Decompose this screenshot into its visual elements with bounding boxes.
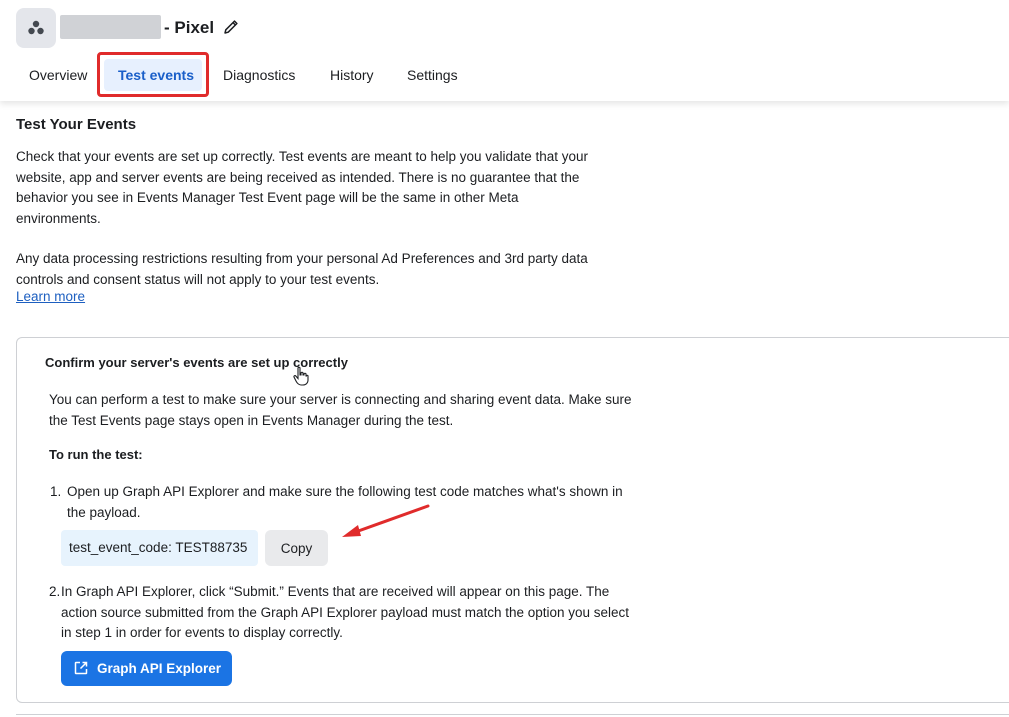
card-description: You can perform a test to make sure your… [49, 392, 632, 428]
restrictions-paragraph: Any data processing restrictions resulti… [16, 251, 588, 287]
cursor-icon [293, 366, 309, 391]
divider [16, 714, 1009, 715]
page-header: - Pixel Overview Test events Diagnostics… [0, 0, 1009, 101]
test-code-display: test_event_code: TEST88735 [61, 530, 258, 566]
run-test-label: To run the test: [49, 447, 143, 462]
step-1-number: 1. [50, 484, 62, 499]
redacted-pixel-name [60, 15, 161, 39]
copy-button[interactable]: Copy [265, 530, 328, 566]
intro-paragraph: Check that your events are set up correc… [16, 149, 589, 226]
external-link-icon [74, 661, 88, 678]
graph-api-explorer-button[interactable]: Graph API Explorer [61, 651, 232, 686]
step-2-text: In Graph API Explorer, click “Submit.” E… [61, 584, 630, 640]
tab-history[interactable]: History [330, 54, 374, 96]
section-title: Test Your Events [16, 116, 137, 133]
pencil-icon[interactable] [222, 18, 240, 41]
pixel-icon [16, 8, 56, 48]
tab-overview[interactable]: Overview [29, 54, 87, 96]
tab-settings[interactable]: Settings [407, 54, 458, 96]
page-title: - Pixel [164, 18, 215, 37]
arrow-icon [342, 504, 430, 537]
tab-highlight-annotation [97, 52, 209, 97]
step-2-number: 2. [49, 584, 61, 599]
graph-api-explorer-label: Graph API Explorer [97, 661, 222, 676]
tab-diagnostics[interactable]: Diagnostics [223, 54, 295, 96]
learn-more-link[interactable]: Learn more [16, 289, 85, 304]
